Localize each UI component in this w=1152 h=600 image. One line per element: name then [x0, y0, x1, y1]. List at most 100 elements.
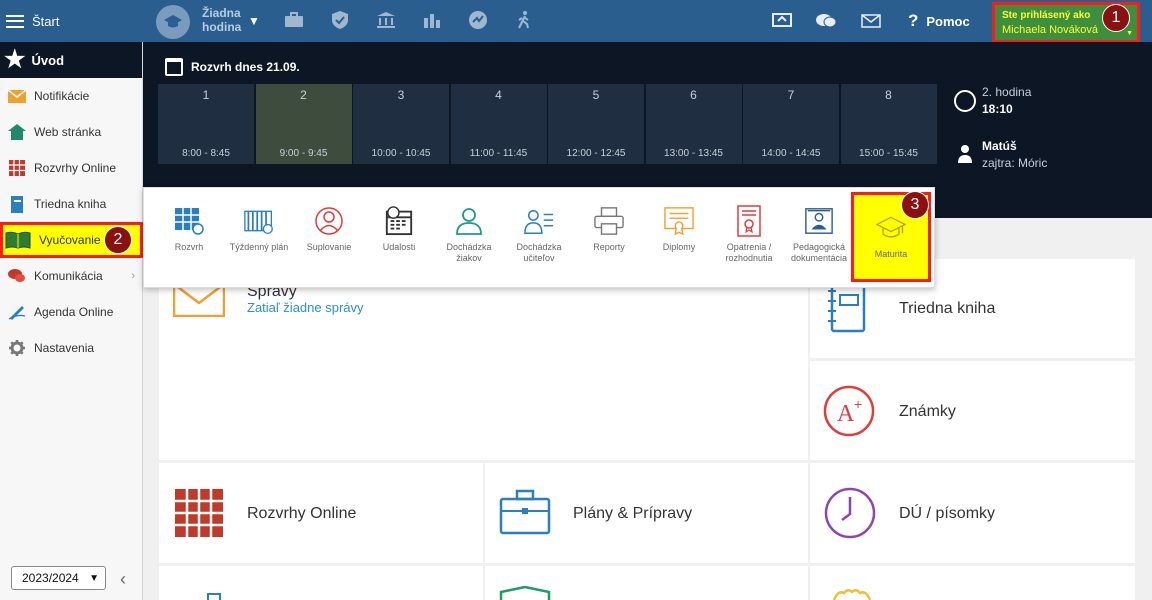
collapse-sidebar-icon[interactable]: ‹	[120, 569, 126, 590]
menu-item-pedagogical-docs[interactable]: Pedagogická dokumentácia	[784, 206, 854, 264]
svg-text:A: A	[837, 401, 855, 427]
menu-button[interactable]: Štart	[6, 0, 59, 42]
svg-text:+: +	[854, 396, 862, 412]
sidebar-item-settings[interactable]: Nastavenia	[0, 330, 143, 366]
graduation-cap-icon[interactable]	[156, 5, 190, 39]
notebook-icon	[8, 195, 26, 213]
speech-bubbles-icon	[8, 267, 26, 285]
period-time: 11:00 - 11:45	[469, 148, 528, 159]
menu-item-weekly-plan[interactable]: Týždenný plán	[224, 206, 294, 253]
caret-down-icon[interactable]: ▼	[248, 14, 260, 28]
tile-row-4-col-2[interactable]	[485, 566, 808, 600]
sidebar-item-notifications[interactable]: Notifikácie	[0, 78, 143, 114]
person-swap-icon	[314, 206, 344, 236]
event-calendar-icon	[384, 206, 414, 236]
sidebar-home[interactable]: ★ Úvod	[0, 42, 142, 78]
tile-row-4-col-3[interactable]	[810, 566, 1135, 600]
shield-icon[interactable]	[329, 9, 351, 31]
homework-tile[interactable]: DÚ / písomky	[810, 463, 1135, 563]
schedule-period[interactable]: 3 10:00 - 10:45	[353, 84, 449, 164]
sidebar-item-class-book[interactable]: Triedna kniha	[0, 186, 143, 222]
menu-item-label: Reporty	[593, 242, 625, 252]
sidebar-item-website[interactable]: Web stránka	[0, 114, 143, 150]
menu-item-label: Dochádzka žiakov	[446, 242, 492, 263]
shield-icon	[499, 585, 551, 600]
school-year-value: 2023/2024	[22, 571, 79, 585]
schedule-period[interactable]: 4 11:00 - 11:45	[450, 84, 547, 164]
sidebar-item-agenda[interactable]: Agenda Online	[0, 294, 143, 330]
period-time: 14:00 - 14:45	[761, 148, 821, 159]
annotation-badge-1: 1	[1102, 4, 1130, 32]
menu-item-substitution[interactable]: Suplovanie	[294, 206, 364, 253]
current-period: 2. hodina	[982, 85, 1032, 99]
bank-icon[interactable]	[375, 9, 397, 31]
menu-item-label: Suplovanie	[306, 242, 352, 252]
grades-tile[interactable]: A + Známky	[810, 361, 1135, 460]
current-period-info: 2. hodina 18:10	[982, 85, 1031, 116]
sidebar-item-label: Web stránka	[34, 125, 102, 139]
chat-icon[interactable]	[814, 9, 838, 33]
grid-icon	[8, 159, 26, 177]
certificate-icon	[664, 206, 694, 236]
school-year-select[interactable]: 2023/2024 ▼	[11, 566, 106, 590]
mail-icon[interactable]	[859, 9, 883, 33]
period-number: 3	[397, 88, 405, 102]
sidebar-item-label: Nastavenia	[34, 341, 95, 355]
briefcase-icon[interactable]	[283, 9, 305, 31]
messages-subtitle[interactable]: Zatiaľ žiadne správy	[247, 300, 364, 315]
menu-item-schedule[interactable]: Rozvrh	[154, 206, 224, 253]
teacher-board-icon	[804, 206, 834, 236]
class-line-1: Žiadna	[202, 6, 241, 20]
sidebar-item-label: Rozvrhy Online	[34, 161, 117, 175]
schedule-title-text: Rozvrh dnes 21.09.	[191, 60, 300, 74]
hiking-icon[interactable]	[513, 9, 535, 31]
gear-icon	[8, 339, 26, 357]
clock-icon	[824, 487, 876, 542]
period-time: 15:00 - 15:45	[859, 148, 918, 159]
class-selector[interactable]: Žiadna hodina	[202, 6, 241, 34]
menu-item-reports[interactable]: Reporty	[574, 206, 644, 253]
period-number: 5	[592, 88, 600, 102]
sidebar-item-label: Notifikácie	[34, 89, 90, 103]
home-icon	[8, 123, 26, 141]
menu-item-diplomas[interactable]: Diplomy	[644, 206, 714, 253]
open-book-icon	[5, 231, 31, 249]
bar-chart-icon[interactable]	[421, 9, 443, 31]
sidebar-item-label: Vyučovanie	[39, 233, 101, 247]
current-time: 18:10	[982, 102, 1013, 116]
analytics-icon[interactable]	[467, 9, 489, 31]
schedule-period[interactable]: 8 15:00 - 15:45	[840, 84, 937, 164]
screen-share-icon[interactable]	[770, 9, 794, 33]
menu-item-student-attendance[interactable]: Dochádzka žiakov	[434, 206, 504, 264]
schedule-period[interactable]: 7 14:00 - 14:45	[743, 84, 839, 164]
briefcase-icon	[499, 489, 551, 538]
sidebar-item-communication[interactable]: Komunikácia ›	[0, 258, 143, 294]
help-button[interactable]: ? Pomoc	[908, 0, 970, 42]
messages-tile[interactable]: Správy Zatiaľ žiadne správy	[159, 259, 808, 460]
schedule-period[interactable]: 5 12:00 - 12:45	[548, 84, 644, 164]
menu-item-teacher-attendance[interactable]: Dochádzka učiteľov	[504, 206, 574, 264]
duty-info: Matúš zajtra: Móric	[982, 139, 1047, 170]
document-seal-icon	[734, 205, 764, 237]
period-number: 6	[690, 88, 697, 102]
student-icon	[454, 206, 484, 236]
plans-tile[interactable]: Plány & Prípravy	[485, 463, 808, 563]
partial-icon	[207, 593, 221, 600]
grades-label: Známky	[899, 403, 956, 420]
menu-item-events[interactable]: Udalosti	[364, 206, 434, 253]
menu-item-measures[interactable]: Opatrenia / rozhodnutia	[714, 205, 784, 264]
schedule-period[interactable]: 2 9:00 - 9:45	[255, 84, 352, 164]
clock-icon	[954, 90, 976, 112]
schedule-period[interactable]: 6 13:00 - 13:45	[645, 84, 742, 164]
sidebar-item-schedules[interactable]: Rozvrhy Online	[0, 150, 143, 186]
period-time: 8:00 - 8:45	[182, 148, 230, 159]
period-time: 9:00 - 9:45	[279, 148, 328, 159]
schedules-tile[interactable]: Rozvrhy Online	[159, 463, 483, 563]
schedule-period[interactable]: 1 8:00 - 8:45	[158, 84, 254, 164]
chevron-down-icon: ▼	[89, 572, 99, 584]
home-label: Úvod	[31, 52, 65, 68]
tile-row-4-col-1[interactable]	[159, 566, 483, 600]
sidebar-item-label: Triedna kniha	[34, 197, 107, 211]
period-number: 8	[885, 88, 892, 102]
period-number: 1	[202, 88, 210, 102]
